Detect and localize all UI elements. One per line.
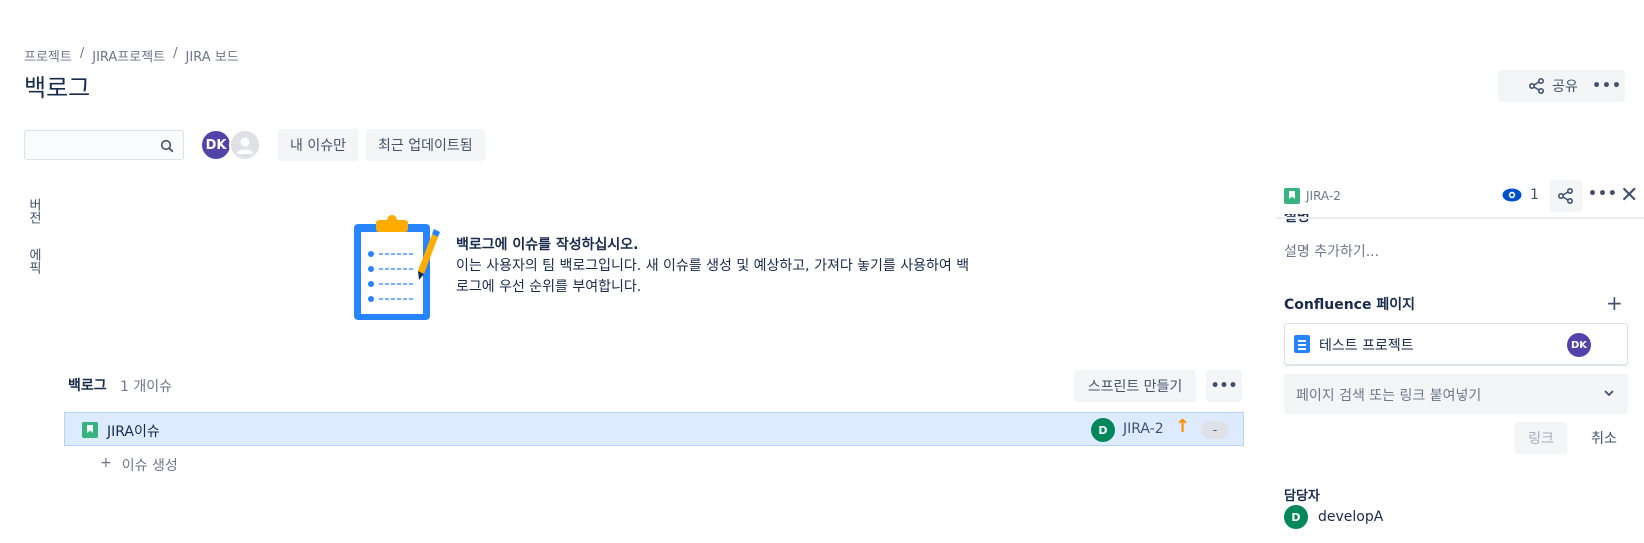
breadcrumb: 프로젝트 / JIRA프로젝트 / JIRA 보드 [24, 46, 239, 65]
backlog-more-button[interactable]: ••• [1206, 370, 1242, 402]
confluence-label: Confluence 페이지 [1284, 297, 1415, 313]
cancel-button[interactable]: 취소 [1580, 422, 1628, 454]
table-row[interactable]: JIRA이슈 D JIRA-2 ↑ - [64, 412, 1244, 446]
page-title: 백로그 [24, 74, 91, 102]
issue-summary: JIRA이슈 [107, 424, 160, 440]
story-icon [1284, 188, 1300, 204]
more-actions-button[interactable]: ••• [1589, 70, 1625, 102]
create-sprint-button[interactable]: 스프린트 만들기 [1074, 370, 1196, 402]
backlog-issue-count: 1 개이슈 [120, 379, 172, 395]
issue-key[interactable]: JIRA-2 [1123, 421, 1164, 437]
only-my-issues-filter[interactable]: 내 이슈만 [278, 129, 358, 161]
assignee-label: 담당자 [1284, 489, 1320, 504]
assignee-avatar: D [1284, 505, 1308, 529]
link-button[interactable]: 링크 [1515, 422, 1567, 454]
eye-icon [1502, 188, 1522, 202]
tab-epics[interactable]: 에픽 [24, 248, 43, 274]
breadcrumb-separator: / [79, 46, 85, 61]
avatar[interactable]: DK [200, 129, 232, 161]
description-field[interactable]: 설명 추가하기... [1284, 241, 1379, 261]
watch-button[interactable]: 1 [1502, 187, 1539, 203]
assignee-name[interactable]: developA [1318, 509, 1383, 525]
breadcrumb-item-project[interactable]: JIRA프로젝트 [92, 46, 165, 65]
panel-header-divider [1276, 217, 1644, 219]
breadcrumb-item-projects[interactable]: 프로젝트 [24, 46, 72, 65]
description-label: 설명 [1284, 214, 1310, 225]
clipboard-illustration [354, 215, 440, 320]
tab-versions[interactable]: 버전 [24, 198, 43, 224]
panel-issue-key[interactable]: JIRA-2 [1284, 188, 1341, 204]
confluence-page-title: 테스트 프로젝트 [1319, 338, 1414, 354]
share-label: 공유 [1552, 79, 1578, 95]
search-input[interactable] [24, 130, 184, 160]
recently-updated-filter[interactable]: 최근 업데이트됨 [366, 129, 485, 161]
avatar: DK [1567, 333, 1591, 357]
empty-state-title: 백로그에 이슈를 작성하십시오. [456, 237, 639, 253]
breadcrumb-item-board[interactable]: JIRA 보드 [186, 46, 239, 65]
add-confluence-page-button[interactable]: + [1606, 291, 1623, 315]
user-icon [237, 137, 253, 154]
chevron-down-icon[interactable] [1602, 386, 1616, 400]
create-issue-label: 이슈 생성 [121, 458, 178, 474]
share-icon [1529, 77, 1545, 95]
priority-high-icon: ↑ [1175, 416, 1191, 437]
confluence-page-card[interactable]: 테스트 프로젝트 DK [1284, 323, 1628, 365]
plus-icon: + [100, 455, 112, 471]
confluence-search-placeholder: 페이지 검색 또는 링크 붙여넣기 [1296, 388, 1482, 404]
close-icon[interactable]: ✕ [1620, 183, 1638, 208]
confluence-page-icon [1294, 335, 1310, 353]
panel-share-button[interactable] [1550, 180, 1582, 212]
watch-count: 1 [1530, 187, 1539, 203]
share-icon [1557, 187, 1574, 205]
confluence-search-input[interactable]: 페이지 검색 또는 링크 붙여넣기 [1284, 374, 1628, 414]
breadcrumb-separator: / [173, 46, 178, 61]
create-issue-button[interactable]: + 이슈 생성 [100, 455, 178, 475]
panel-issue-key-label: JIRA-2 [1306, 189, 1341, 203]
empty-state-description: 이는 사용자의 팀 백로그입니다. 새 이슈를 생성 및 예상하고, 가져다 놓… [456, 258, 970, 295]
estimate-badge: - [1201, 421, 1229, 439]
search-icon [160, 139, 174, 153]
unassigned-avatar[interactable] [229, 129, 261, 161]
assignee-avatar: D [1091, 418, 1115, 442]
story-icon [82, 422, 98, 438]
panel-more-button[interactable]: ••• [1588, 186, 1618, 202]
backlog-title: 백로그 [68, 378, 107, 394]
